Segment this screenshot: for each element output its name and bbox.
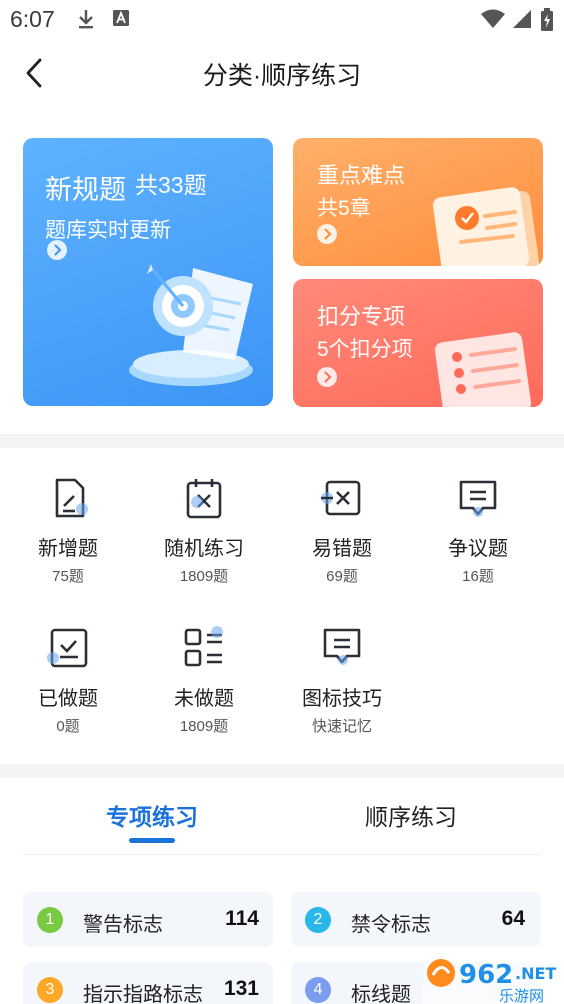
chevron-right-icon — [317, 224, 337, 244]
svg-text:.NET: .NET — [515, 964, 556, 983]
svg-text:乐游网: 乐游网 — [499, 987, 544, 1004]
key-points-title: 重点难点 — [317, 163, 406, 188]
item-name: 标线题 — [351, 984, 411, 1004]
list-item-prohibition-signs[interactable]: 2 禁令标志 64 — [291, 892, 541, 947]
grid-count: 1809题 — [179, 718, 229, 735]
svg-text:962: 962 — [459, 960, 513, 990]
number-badge: 4 — [305, 977, 331, 1003]
nav-bar: 分类·顺序练习 — [0, 40, 564, 106]
error-x-icon — [321, 476, 363, 520]
grid-count: 75题 — [52, 568, 84, 585]
grid-label: 已做题 — [38, 688, 98, 710]
wifi-icon — [480, 8, 506, 35]
tips-chat-icon — [321, 626, 363, 670]
certificate-illustration-icon — [432, 187, 540, 266]
list-item-guide-signs[interactable]: 3 指示指路标志 131 — [23, 962, 273, 1004]
grid-count: 0题 — [56, 718, 80, 735]
grid-label: 易错题 — [312, 538, 372, 560]
grid-label: 随机练习 — [164, 538, 244, 560]
grid-count: 69题 — [326, 568, 358, 585]
number-badge: 1 — [37, 907, 63, 933]
site-watermark-logo: 962 .NET 乐游网 — [423, 953, 564, 1004]
grid-item-error-prone[interactable]: 易错题 69题 — [272, 476, 412, 586]
key-points-subtitle: 共5章 — [317, 197, 371, 220]
dispute-chat-icon — [457, 476, 499, 520]
download-icon — [76, 8, 96, 35]
grid-item-done[interactable]: 已做题 0题 — [0, 626, 138, 736]
checklist-illustration-icon — [434, 332, 532, 407]
tab-special-practice[interactable]: 专项练习 — [106, 798, 198, 832]
number-badge: 3 — [37, 977, 63, 1003]
grid-item-icon-tips[interactable]: 图标技巧 快速记忆 — [272, 626, 412, 736]
grid-item-random[interactable]: 随机练习 1809题 — [134, 476, 274, 586]
tab-sequence-practice[interactable]: 顺序练习 — [365, 798, 457, 832]
new-rules-title: 新规题 — [45, 175, 126, 205]
new-rules-count: 共33题 — [135, 172, 207, 198]
item-name: 警告标志 — [83, 914, 163, 936]
list-item-warning-signs[interactable]: 1 警告标志 114 — [23, 892, 273, 947]
new-rules-subtitle: 题库实时更新 — [45, 219, 171, 242]
status-time: 6:07 — [10, 6, 55, 32]
number-badge: 2 — [305, 907, 331, 933]
page-title: 分类·顺序练习 — [202, 62, 362, 90]
grid-item-new[interactable]: 新增题 75题 — [0, 476, 138, 586]
tab-indicator — [129, 838, 175, 843]
status-bar: 6:07 — [0, 0, 564, 38]
font-a-icon — [112, 8, 130, 33]
grid-label: 新增题 — [38, 538, 98, 560]
edit-doc-icon — [47, 476, 89, 520]
key-points-card[interactable]: 重点难点 共5章 — [293, 138, 543, 266]
grid-label: 争议题 — [448, 538, 508, 560]
deduction-card[interactable]: 扣分专项 5个扣分项 — [293, 279, 543, 407]
deduction-subtitle: 5个扣分项 — [317, 338, 413, 361]
grid-label: 图标技巧 — [302, 688, 382, 710]
chevron-right-icon — [47, 240, 67, 260]
grid-count: 快速记忆 — [311, 718, 372, 735]
signal-icon — [512, 8, 532, 35]
shuffle-calendar-icon — [183, 476, 225, 520]
section-divider — [0, 764, 564, 778]
tab-divider — [23, 854, 541, 855]
done-check-icon — [47, 626, 89, 670]
item-count: 131 — [223, 977, 259, 1000]
grid-count: 1809题 — [179, 568, 229, 585]
item-name: 指示指路标志 — [83, 984, 203, 1004]
grid-item-dispute[interactable]: 争议题 16题 — [408, 476, 548, 586]
section-divider — [0, 434, 564, 448]
deduction-title: 扣分专项 — [317, 304, 406, 329]
target-illustration-icon — [129, 264, 253, 386]
new-rules-card[interactable]: 新规题 共33题 题库实时更新 — [23, 138, 273, 406]
grid-item-undone[interactable]: 未做题 1809题 — [134, 626, 274, 736]
item-count: 114 — [225, 907, 259, 930]
grid-label: 未做题 — [174, 688, 234, 710]
list-grid-icon — [183, 626, 225, 670]
grid-count: 16题 — [462, 568, 494, 585]
chevron-right-icon — [317, 367, 337, 387]
item-count: 64 — [501, 907, 525, 930]
battery-icon — [540, 8, 554, 37]
item-name: 禁令标志 — [351, 914, 431, 936]
